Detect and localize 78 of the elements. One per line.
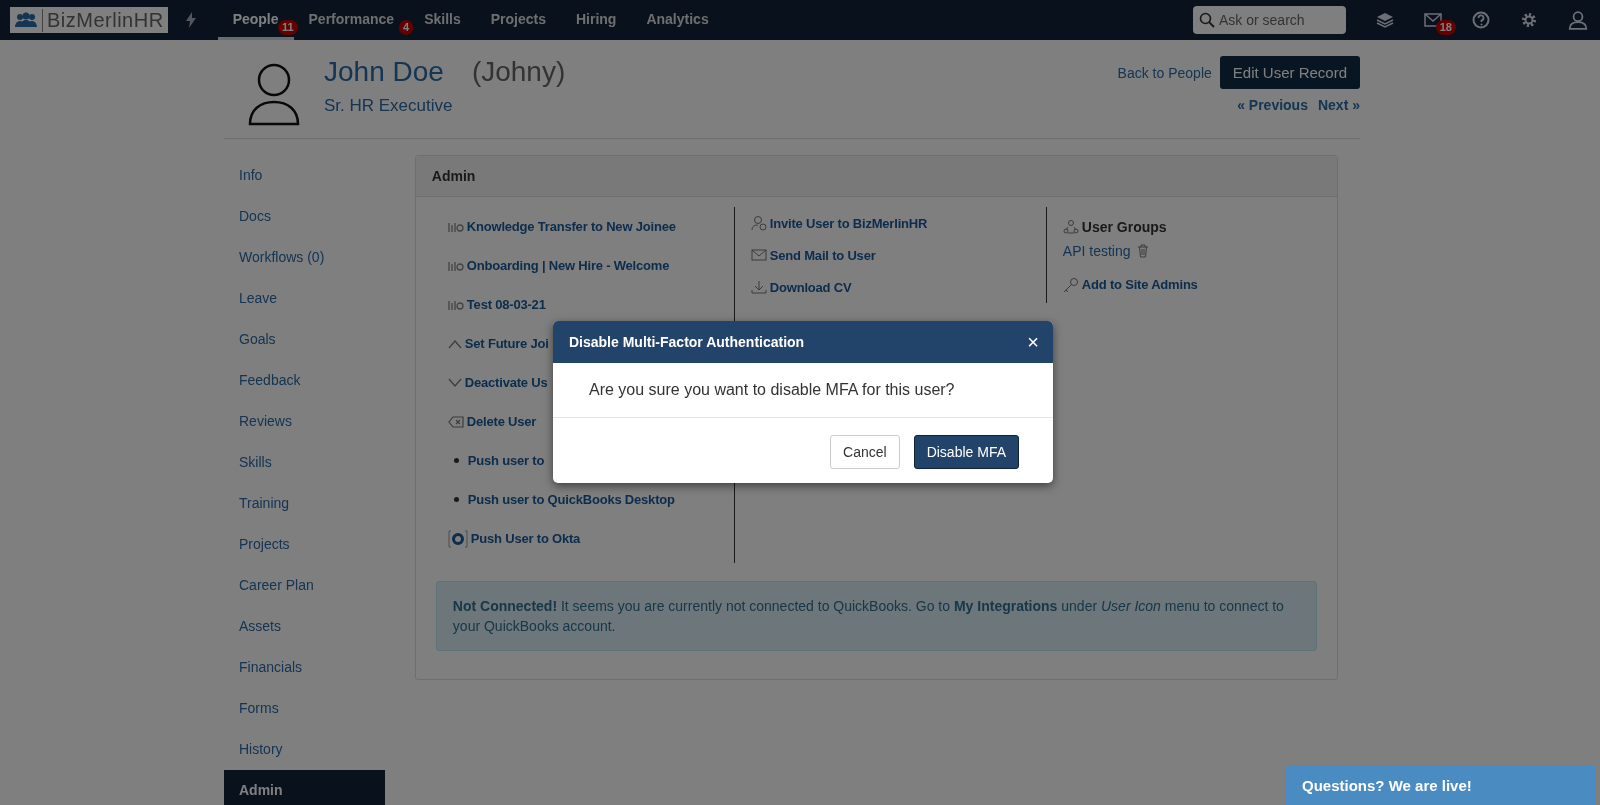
- admin-action-link[interactable]: Send Mail to User: [769, 247, 876, 263]
- edit-user-button[interactable]: Edit User Record: [1219, 56, 1360, 89]
- workflow-icon: [447, 259, 464, 272]
- job-title: Sr. HR Executive: [324, 96, 454, 116]
- count-badge: 4: [399, 20, 414, 35]
- admin-action-link[interactable]: Push user to: [467, 453, 545, 468]
- workflow-icon: [447, 298, 464, 311]
- admin-action-link[interactable]: Delete User: [466, 414, 537, 429]
- count-badge: 18: [1435, 20, 1456, 35]
- logo[interactable]: BizMerlinHR: [10, 7, 168, 33]
- modal-title: Disable Multi-Factor Authentication: [569, 334, 805, 350]
- disable-mfa-button[interactable]: Disable MFA: [913, 435, 1019, 469]
- sidebar-item[interactable]: Forms: [224, 688, 385, 729]
- user-nickname: (Johny): [471, 56, 566, 88]
- nav-tab[interactable]: People 11: [217, 0, 294, 40]
- chat-button[interactable]: Questions? We are live!: [1286, 765, 1596, 805]
- admin-action-link[interactable]: Set Future Joi: [464, 336, 549, 351]
- trash-icon[interactable]: [1136, 244, 1149, 258]
- bullet-icon: [453, 497, 459, 502]
- settings-icon[interactable]: [1520, 11, 1538, 29]
- nav-tab[interactable]: Projects: [475, 0, 561, 40]
- bullet-icon: [453, 458, 459, 463]
- mail-icon[interactable]: [1424, 13, 1442, 27]
- search-field[interactable]: Ask or search: [1193, 6, 1346, 34]
- sidebar-item[interactable]: Career Plan: [224, 565, 385, 606]
- sidebar-item[interactable]: History: [224, 729, 385, 770]
- sidebar-item[interactable]: Goals: [224, 319, 385, 360]
- group-name: API testing: [1062, 243, 1131, 259]
- user-icon[interactable]: [1568, 10, 1588, 30]
- download-icon: [750, 280, 767, 294]
- user-groups-heading: User Groups: [1081, 219, 1167, 235]
- group-icon: [1062, 219, 1079, 235]
- close-button[interactable]: ×: [1027, 332, 1039, 352]
- nav-tab[interactable]: Hiring: [560, 0, 632, 40]
- admin-action-link[interactable]: Push user to QuickBooks Desktop: [467, 492, 675, 507]
- sidebar-item[interactable]: Info: [224, 155, 385, 196]
- admin-action-link[interactable]: Download CV: [769, 279, 852, 295]
- admin-action-link[interactable]: Knowledge Transfer to New Joinee: [466, 219, 676, 234]
- sidebar-item[interactable]: Feedback: [224, 360, 385, 401]
- alert-message: Not Connected! It seems you are currently not connected to QuickBooks. Go to My Integrations under User Icon menu to connect to your QuickBooks account.: [435, 581, 1317, 651]
- add-to-site-admins-link[interactable]: Add to Site Admins: [1081, 277, 1198, 292]
- circle-logo-icon: [447, 529, 468, 548]
- help-icon[interactable]: [1472, 11, 1490, 29]
- nav-tab[interactable]: Analytics: [631, 0, 724, 40]
- sidebar-item[interactable]: Financials: [224, 647, 385, 688]
- logo-text: BizMerlinHR: [42, 8, 164, 32]
- people-icon: [14, 12, 38, 28]
- admin-action-link[interactable]: Invite User to BizMerlinHR: [769, 215, 928, 231]
- layers-icon[interactable]: [1376, 12, 1394, 28]
- sidebar-item[interactable]: Assets: [224, 606, 385, 647]
- backspace-icon: [447, 415, 464, 428]
- cancel-button[interactable]: Cancel: [830, 435, 900, 469]
- admin-action-link[interactable]: Test 08-03-21: [466, 297, 546, 312]
- admin-action-link[interactable]: Push User to Okta: [470, 531, 581, 546]
- sidebar-item[interactable]: Docs: [224, 196, 385, 237]
- count-badge: 11: [277, 20, 298, 35]
- sidebar-item[interactable]: Reviews: [224, 401, 385, 442]
- user-name: John Doe: [324, 56, 444, 88]
- sidebar-item[interactable]: Training: [224, 483, 385, 524]
- mail-icon: [750, 249, 767, 261]
- back-link[interactable]: Back to People: [1117, 64, 1212, 81]
- sidebar-item[interactable]: Workflows (0): [224, 237, 385, 278]
- lightning-icon[interactable]: [185, 12, 196, 28]
- admin-action-link[interactable]: Deactivate Us: [464, 375, 548, 390]
- previous-link[interactable]: « Previous: [1237, 97, 1308, 113]
- next-link[interactable]: Next »: [1317, 97, 1360, 113]
- workflow-icon: [447, 220, 464, 233]
- key-icon: [1062, 276, 1079, 293]
- user-plus-icon: [750, 215, 767, 231]
- panel-title: Admin: [431, 168, 476, 184]
- admin-action-link[interactable]: Onboarding | New Hire - Welcome: [466, 258, 670, 273]
- modal-message: Are you sure you want to disable MFA for this user?: [589, 381, 955, 398]
- sidebar-item[interactable]: Admin: [224, 770, 385, 805]
- chevron-up-icon: [447, 338, 462, 349]
- sidebar-item[interactable]: Leave: [224, 278, 385, 319]
- sidebar-item[interactable]: Skills: [224, 442, 385, 483]
- sidebar-item[interactable]: Projects: [224, 524, 385, 565]
- chevron-down-icon: [447, 377, 462, 388]
